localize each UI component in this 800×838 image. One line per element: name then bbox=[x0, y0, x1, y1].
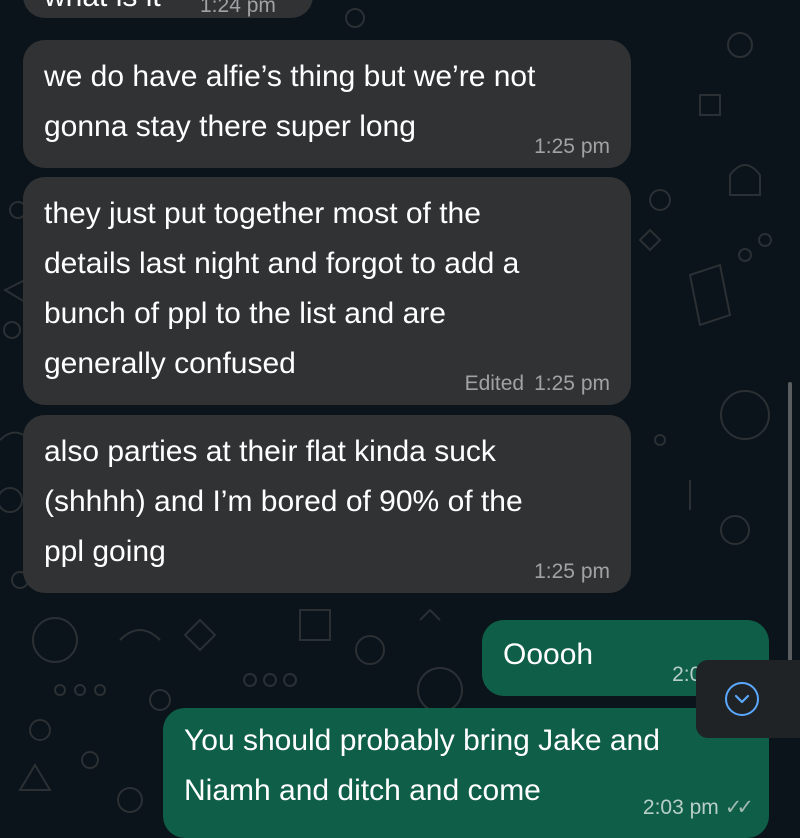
cutoff-message-text: what is it bbox=[44, 0, 161, 12]
edited-label: Edited bbox=[464, 372, 525, 395]
message-bubble[interactable]: we do have alfie’s thing but we’re not g… bbox=[23, 40, 631, 168]
message-bubble[interactable]: also parties at their flat kinda suck (s… bbox=[23, 415, 631, 593]
message-time: 1:25 pm bbox=[534, 372, 610, 395]
chevron-down-icon bbox=[734, 694, 750, 704]
scrollbar[interactable] bbox=[788, 382, 792, 662]
message-text: they just put together most of the detai… bbox=[44, 197, 520, 380]
cutoff-message-time: 1:24 pm bbox=[200, 0, 276, 17]
message-time: 1:25 pm bbox=[534, 135, 610, 158]
message-meta: 1:25 pm bbox=[534, 560, 610, 584]
message-text: we do have alfie’s thing but we’re not g… bbox=[44, 60, 536, 143]
message-time: 2:03 pm bbox=[642, 796, 719, 819]
double-check-icon: ✓✓ bbox=[724, 796, 754, 819]
message-meta: 2:03 pm ✓✓ bbox=[642, 796, 754, 820]
message-time: 1:25 pm bbox=[534, 560, 610, 583]
message-text: also parties at their flat kinda suck (s… bbox=[44, 435, 523, 568]
scroll-to-bottom-button[interactable] bbox=[696, 660, 800, 738]
message-bubble[interactable]: they just put together most of the detai… bbox=[23, 177, 631, 405]
scroll-button-ring bbox=[725, 682, 759, 716]
message-meta: 1:25 pm bbox=[534, 135, 610, 159]
message-meta: Edited 1:25 pm bbox=[465, 372, 610, 396]
